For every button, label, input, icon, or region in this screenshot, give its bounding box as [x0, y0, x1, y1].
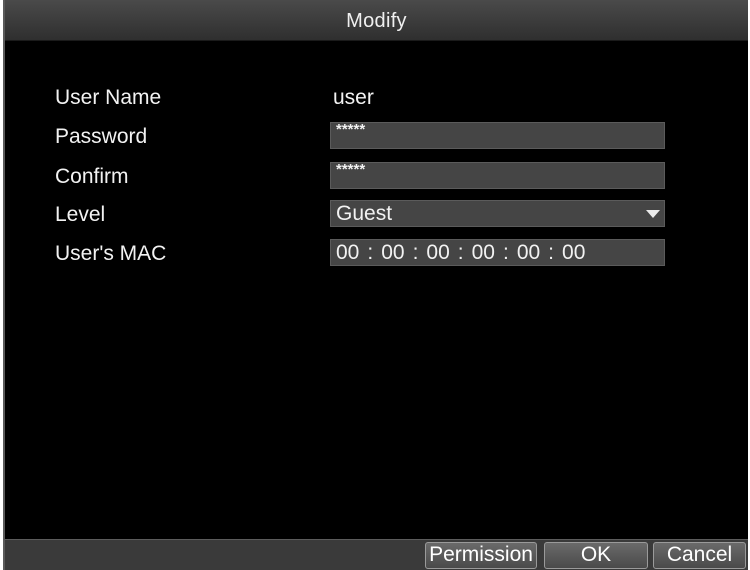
mac-octet-5[interactable]: 00 [517, 241, 540, 264]
mac-separator: : [412, 241, 419, 264]
mac-separator: : [548, 241, 555, 264]
confirm-label: Confirm [55, 165, 129, 188]
mac-separator: : [367, 241, 374, 264]
mac-separator: : [457, 241, 464, 264]
level-select[interactable]: Guest [330, 200, 665, 227]
mac-octet-3[interactable]: 00 [426, 241, 449, 264]
user-name-value: user [333, 86, 374, 109]
button-bar: Permission OK Cancel [5, 539, 748, 570]
password-label: Password [55, 125, 148, 148]
modify-dialog: Modify User Name user Password ***** Con… [3, 0, 748, 570]
mac-octet-4[interactable]: 00 [472, 241, 495, 264]
user-name-label: User Name [55, 86, 162, 109]
title-bar: Modify [5, 0, 748, 41]
mac-separator: : [502, 241, 509, 264]
dialog-title: Modify [346, 10, 407, 32]
mac-address-field[interactable]: 00:00:00:00:00:00 [330, 239, 665, 266]
level-label: Level [55, 203, 106, 226]
cancel-button[interactable]: Cancel [653, 542, 746, 569]
password-value: ***** [336, 121, 366, 138]
mac-octet-1[interactable]: 00 [336, 241, 359, 264]
mac-label: User's MAC [55, 242, 167, 265]
confirm-password-field[interactable]: ***** [330, 162, 665, 189]
password-field[interactable]: ***** [330, 122, 665, 149]
chevron-down-icon[interactable] [646, 210, 660, 218]
ok-button[interactable]: OK [544, 542, 648, 569]
confirm-value: ***** [336, 161, 366, 178]
mac-octet-2[interactable]: 00 [381, 241, 404, 264]
permission-button[interactable]: Permission [425, 542, 537, 569]
level-selected-value: Guest [336, 202, 393, 225]
mac-octet-6[interactable]: 00 [562, 241, 585, 264]
